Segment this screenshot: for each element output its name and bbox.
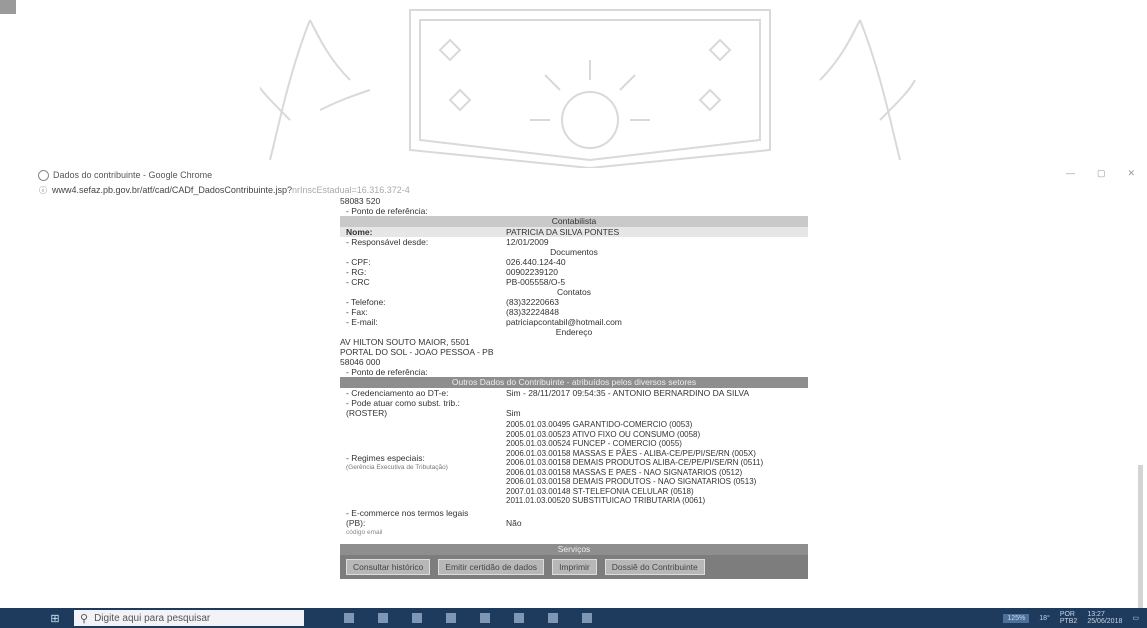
section-header-outros: Outros Dados do Contribuinte - atribuído… [340,377,808,388]
regime-item: 2006.01.03.00158 MASSAS E PÃES - ALIBA-C… [506,448,756,458]
resp-value: 12/01/2009 [506,237,549,247]
url-main: www4.sefaz.pb.gov.br/atf/cad/CADf_DadosC… [52,185,292,195]
chrome-taskbar-icon[interactable] [446,613,456,623]
address-line-2: PORTAL DO SOL - JOAO PESSOA - PB [340,347,494,357]
contatos-header: Contatos [556,287,592,297]
taskbar-search-placeholder: Digite aqui para pesquisar [94,612,211,624]
dossie-button[interactable]: Dossiê do Contribuinte [604,558,705,575]
subst-label: - Pode atuar como subst. trib.: [346,398,460,408]
crc-value: PB-005558/O-5 [506,277,566,287]
section-header-contabilista: Contabilista [340,216,808,227]
regime-item: 2005.01.03.00524 FUNCEP - COMERCIO (0055… [506,439,682,448]
search-icon: ⚲ [80,612,89,625]
ecom-value: Não [506,517,522,528]
app-icon[interactable] [480,613,490,623]
endereco-header: Endereço [555,327,593,337]
corner-block [0,0,16,14]
address-line-3: 58046 000 [340,357,381,367]
imprimir-button[interactable]: Imprimir [552,558,597,575]
regime-item: 2005.01.03.00495 GARANTIDO-COMERCIO (005… [506,420,693,429]
subst-value: Sim [506,408,521,418]
fax-label: - Fax: [346,307,368,317]
regimes-block: - Regimes especiais: (Gerência Executiva… [340,420,808,506]
ecom-label-2: (PB): [346,517,366,528]
app-icon[interactable] [514,613,524,623]
crc-label: - CRC [346,277,370,287]
ponto2-label: - Ponto de referência: [346,367,428,377]
ecom-label: - E-commerce nos termos legais [346,507,469,518]
info-icon[interactable]: ⓘ [39,185,47,196]
language-indicator[interactable]: POR PTB2 [1060,611,1078,625]
task-view-icon[interactable] [378,613,388,623]
consultar-historico-button[interactable]: Consultar histórico [346,558,431,575]
email-value[interactable]: patriciapcontabil@hotmail.com [506,317,808,327]
cred-label: - Credenciamento ao DT-e: [346,388,449,398]
resp-label: - Responsável desde: [346,237,429,247]
zoom-indicator[interactable]: 125% [1003,613,1030,623]
cred-value: Sim - 28/11/2017 09:54:35 - ANTONIO BERN… [506,388,750,398]
cpf-value: 026.440.124-40 [506,257,566,267]
restore-icon[interactable]: ▢ [1097,168,1106,179]
documentos-header: Documentos [550,247,598,257]
address-bar[interactable]: ⓘ www4.sefaz.pb.gov.br/atf/cad/CADf_Dado… [34,184,1147,196]
page-scrollbar[interactable] [1138,465,1143,608]
temperature: 18° [1039,614,1050,622]
regime-item: 2006.01.03.00158 DEMAIS PRODUTOS ALIBA-C… [506,458,764,467]
regimes-label: - Regimes especiais: [346,452,425,463]
app-icon[interactable] [582,613,592,623]
rg-value: 00902239120 [506,267,559,277]
top-ponto-label: - Ponto de referência: [346,206,428,216]
regimes-sub: (Gerência Executiva de Tributação) [346,463,448,471]
section-header-servicos: Serviços [340,543,808,555]
tel-label: - Telefone: [346,297,386,307]
email-label: - E-mail: [346,317,378,327]
notification-icon[interactable]: ▭ [1132,614,1139,622]
url-query: nrInscEstadual=16.316.372-4 [291,185,410,195]
services-toolbar: Consultar histórico Emitir certidão de d… [340,554,808,579]
page-content: 58083 520 - Ponto de referência: Contabi… [340,196,808,606]
windows-start-icon[interactable]: ⊞ [44,611,66,625]
top-cep: 58083 520 [340,196,381,206]
window-title: Dados do contribuinte - Google Chrome [53,170,213,180]
app-icon[interactable] [548,613,558,623]
taskbar-search-input[interactable]: ⚲ Digite aqui para pesquisar [74,610,304,626]
cortana-icon[interactable] [344,613,354,623]
nome-value: PATRICIA DA SILVA PONTES [506,227,620,237]
close-icon[interactable]: ✕ [1127,168,1135,179]
chrome-icon [38,169,49,181]
browser-title-bar: Dados do contribuinte - Google Chrome — … [34,168,1147,182]
windows-taskbar: ⊞ ⚲ Digite aqui para pesquisar 125% 18° … [0,608,1147,628]
background-watermark [260,9,916,168]
clock[interactable]: 13:27 25/06/2018 [1087,611,1122,625]
rg-label: - RG: [346,267,367,277]
regime-item: 2006.01.03.00158 DEMAIS PRODUTOS - NAO S… [506,477,757,486]
system-tray: 125% 18° POR PTB2 13:27 25/06/2018 ▭ [1003,611,1139,625]
regime-item: 2005.01.03.00523 ATIVO FIXO OU CONSUMO (… [506,429,701,439]
address-line-1: AV HILTON SOUTO MAIOR, 5501 [340,337,470,347]
tel-value: (83)32220663 [506,297,559,307]
minimize-icon[interactable]: — [1066,168,1075,179]
regime-item: 2006.01.03.00158 MASSAS E PAES - NAO SIG… [506,467,743,477]
nome-label: Nome: [346,227,373,237]
regime-item: 2011.01.03.00520 SUBSTITUICAO TRIBUTARIA… [506,496,706,505]
subst-label-2: (ROSTER) [346,408,388,418]
fax-value: (83)32224848 [506,307,559,317]
cpf-label: - CPF: [346,257,371,267]
file-explorer-icon[interactable] [412,613,422,623]
ecom-label-3: código email [346,528,383,536]
emitir-certidao-button[interactable]: Emitir certidão de dados [438,558,545,575]
regime-item: 2007.01.03.00148 ST-TELEFONIA CELULAR (0… [506,486,694,496]
